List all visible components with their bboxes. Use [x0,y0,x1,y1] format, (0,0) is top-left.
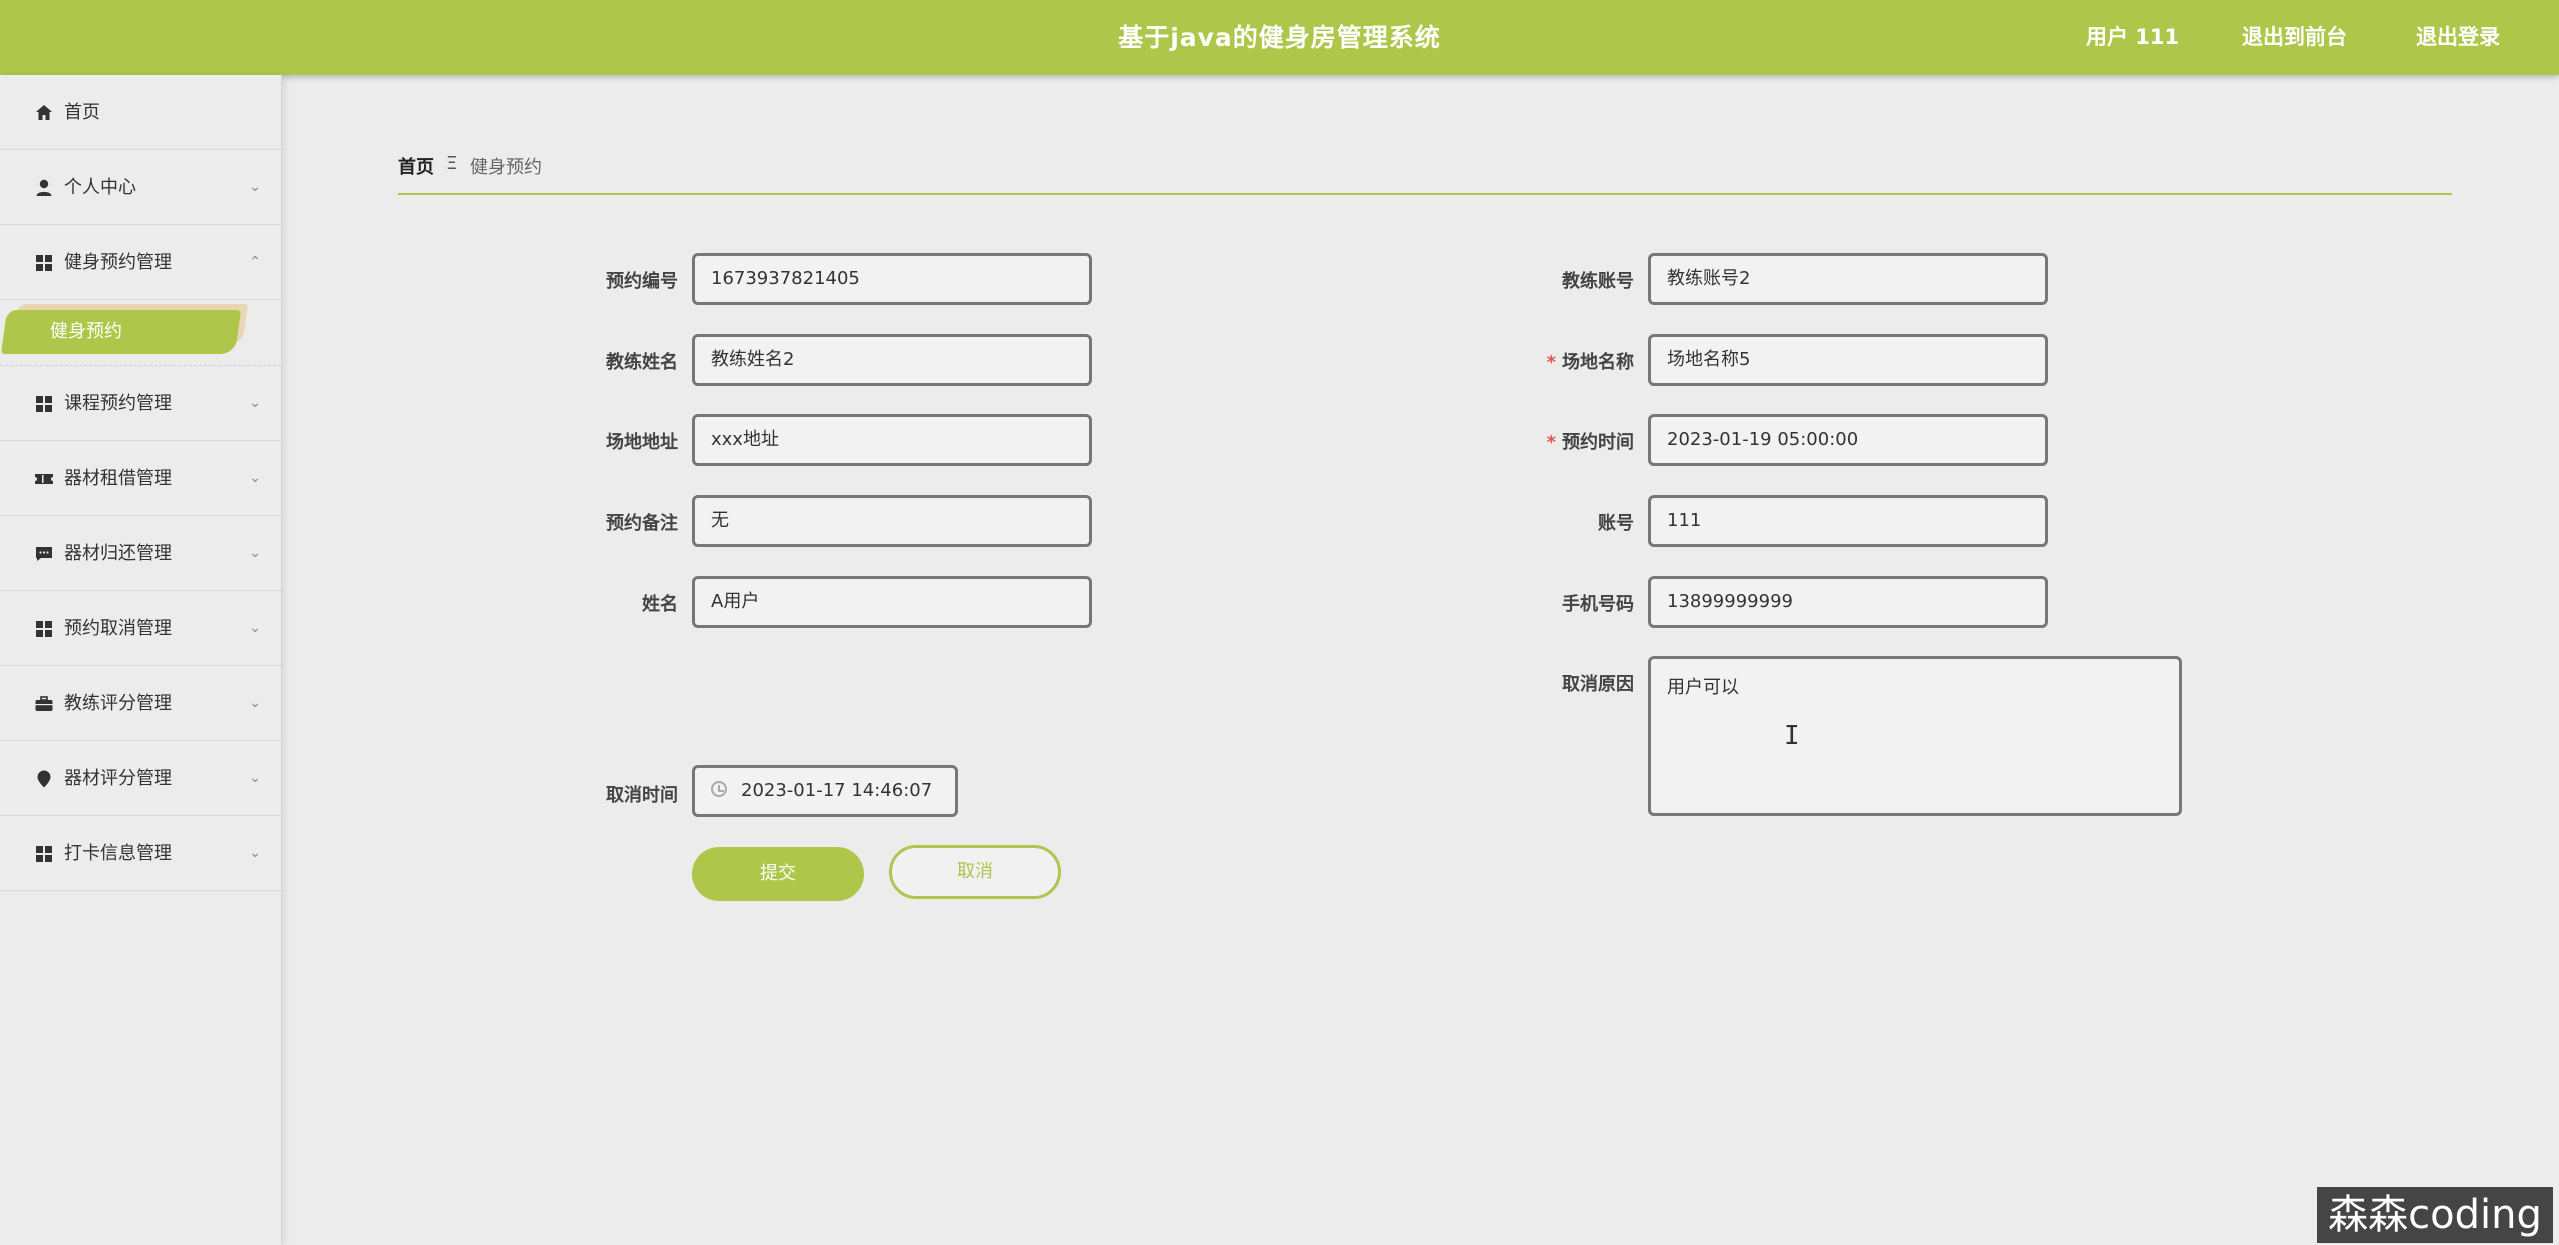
breadcrumb-current: 健身预约 [470,157,542,178]
coach-name-label: 教练姓名 [606,352,678,373]
sidebar-item-home[interactable]: 首页 [0,75,281,150]
grid-icon [34,844,54,864]
submit-button[interactable]: 提交 [692,847,864,901]
sidebar-subitem-label: 健身预约 [50,321,122,342]
sidebar-subitem-fitness-booking[interactable]: 健身预约 [0,310,242,354]
sidebar-item-label: 课程预约管理 [64,393,172,414]
booking-note-label: 预约备注 [606,513,678,534]
sidebar-item-label: 教练评分管理 [64,693,172,714]
chevron-down-icon: ⌄ [249,620,261,636]
sidebar: 首页 个人中心 ⌄ 健身预约管理 ⌃ 健身预约 课程预约管理 ⌄ 器材租借管理 … [0,75,282,1245]
watermark: 森森coding [2317,1187,2553,1243]
venue-name-field[interactable]: 场地名称5 [1648,334,2048,386]
chevron-up-icon: ⌃ [249,254,261,270]
home-icon [34,103,54,123]
sidebar-item-booking-cancel[interactable]: 预约取消管理 ⌄ [0,591,281,666]
chevron-down-icon: ⌄ [249,845,261,861]
sidebar-item-label: 器材归还管理 [64,543,172,564]
chevron-down-icon: ⌄ [249,695,261,711]
sidebar-item-personal-center[interactable]: 个人中心 ⌄ [0,150,281,225]
coach-account-label: 教练账号 [1562,271,1634,292]
sidebar-item-equipment-return[interactable]: 器材归还管理 ⌄ [0,516,281,591]
sidebar-item-equipment-rental[interactable]: 器材租借管理 ⌄ [0,441,281,516]
sidebar-item-course-booking[interactable]: 课程预约管理 ⌄ [0,366,281,441]
required-mark: * [1546,432,1556,453]
sidebar-item-label: 个人中心 [64,177,136,198]
cancel-button[interactable]: 取消 [889,845,1061,899]
briefcase-icon [34,694,54,714]
cancel-reason-textarea[interactable]: 用户可以 [1648,656,2182,816]
grid-icon [34,253,54,273]
main-content: 首页 Ξ 健身预约 预约编号 1673937821405 教练姓名 教练姓名2 … [282,75,2559,1245]
top-bar: 基于java的健身房管理系统 用户 111 退出到前台 退出登录 [0,0,2559,75]
cancel-time-picker[interactable]: 2023-01-17 14:46:07 [692,765,958,817]
exit-to-front-link[interactable]: 退出到前台 [2242,0,2347,75]
sidebar-item-label: 器材租借管理 [64,468,172,489]
cancel-time-value: 2023-01-17 14:46:07 [741,780,933,801]
phone-label: 手机号码 [1562,594,1634,615]
ticket-icon [34,469,54,489]
chevron-down-icon: ⌄ [249,470,261,486]
required-mark: * [1546,352,1556,373]
breadcrumb-separator-icon: Ξ [446,153,458,174]
sidebar-item-label: 打卡信息管理 [64,843,172,864]
grid-icon [34,394,54,414]
account-label: 账号 [1598,513,1634,534]
user-menu[interactable]: 用户 111 [2086,0,2179,75]
pin-icon [34,769,54,789]
sidebar-item-label: 首页 [64,102,100,123]
sidebar-item-fitness-booking[interactable]: 健身预约管理 ⌃ [0,225,281,300]
user-icon [34,178,54,198]
grid-icon [34,619,54,639]
coach-account-field[interactable]: 教练账号2 [1648,253,2048,305]
coach-name-field[interactable]: 教练姓名2 [692,334,1092,386]
clock-icon [711,781,727,797]
logout-link[interactable]: 退出登录 [2416,0,2500,75]
booking-no-field[interactable]: 1673937821405 [692,253,1092,305]
sidebar-item-equipment-rating[interactable]: 器材评分管理 ⌄ [0,741,281,816]
name-label: 姓名 [642,594,678,615]
chat-icon [34,544,54,564]
name-field[interactable]: A用户 [692,576,1092,628]
venue-address-field[interactable]: xxx地址 [692,414,1092,466]
cancel-reason-label: 取消原因 [1562,674,1634,695]
venue-address-label: 场地地址 [606,432,678,453]
chevron-down-icon: ⌄ [249,545,261,561]
booking-note-field[interactable]: 无 [692,495,1092,547]
sidebar-item-coach-rating[interactable]: 教练评分管理 ⌄ [0,666,281,741]
chevron-down-icon: ⌄ [249,770,261,786]
breadcrumb: 首页 Ξ 健身预约 [398,125,2452,195]
sidebar-item-label: 健身预约管理 [64,252,172,273]
booking-time-field[interactable]: 2023-01-19 05:00:00 [1648,414,2048,466]
cancel-time-label: 取消时间 [606,785,678,806]
text-cursor-icon: I [1784,721,1800,751]
phone-field[interactable]: 13899999999 [1648,576,2048,628]
breadcrumb-home[interactable]: 首页 [398,153,434,179]
chevron-down-icon: ⌄ [249,395,261,411]
submenu-fitness-booking: 健身预约 [0,300,281,366]
sidebar-item-checkin[interactable]: 打卡信息管理 ⌄ [0,816,281,891]
account-field[interactable]: 111 [1648,495,2048,547]
booking-time-label: * 预约时间 [1546,432,1634,453]
venue-name-label: * 场地名称 [1546,352,1634,373]
chevron-down-icon: ⌄ [249,179,261,195]
sidebar-item-label: 预约取消管理 [64,618,172,639]
booking-no-label: 预约编号 [606,271,678,292]
sidebar-item-label: 器材评分管理 [64,768,172,789]
